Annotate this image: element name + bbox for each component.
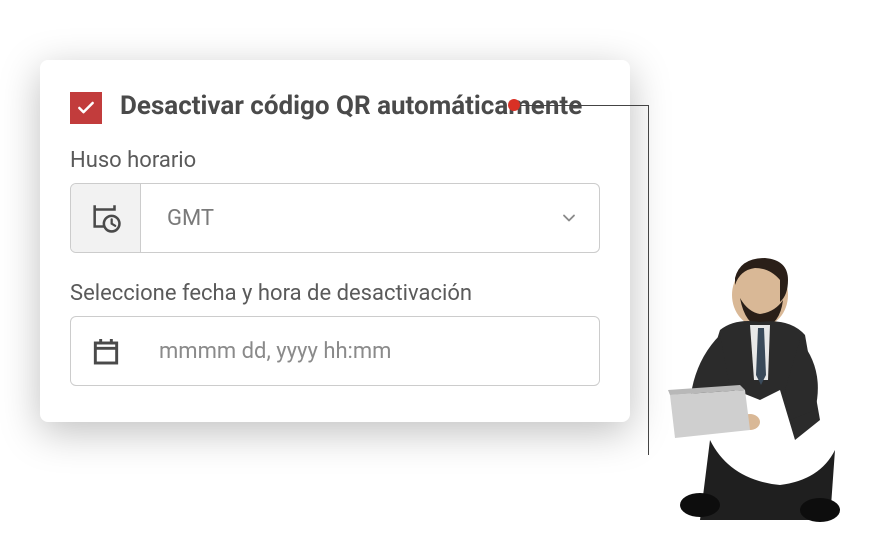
person-illustration bbox=[640, 240, 860, 530]
chevron-down-icon bbox=[559, 208, 579, 228]
chevron-box bbox=[539, 184, 599, 252]
auto-deactivate-checkbox[interactable] bbox=[70, 92, 102, 124]
clock-globe-icon bbox=[89, 201, 123, 235]
check-icon bbox=[76, 98, 96, 118]
datetime-input[interactable]: mmmm dd, yyyy hh:mm bbox=[70, 316, 600, 386]
calendar-icon-box bbox=[71, 317, 141, 385]
datetime-label: Seleccione fecha y hora de desactivación bbox=[70, 281, 600, 306]
timezone-label: Huso horario bbox=[70, 148, 600, 173]
datetime-placeholder: mmmm dd, yyyy hh:mm bbox=[141, 317, 599, 385]
timezone-value: GMT bbox=[141, 184, 539, 252]
deactivate-qr-card: Desactivar código QR automáticamente Hus… bbox=[40, 60, 630, 422]
timezone-select[interactable]: GMT bbox=[70, 183, 600, 253]
callout-line-horizontal bbox=[514, 105, 648, 106]
calendar-icon bbox=[90, 335, 122, 367]
header-row: Desactivar código QR automáticamente bbox=[70, 90, 600, 124]
callout-dot bbox=[508, 99, 520, 111]
timezone-icon-box bbox=[71, 184, 141, 252]
